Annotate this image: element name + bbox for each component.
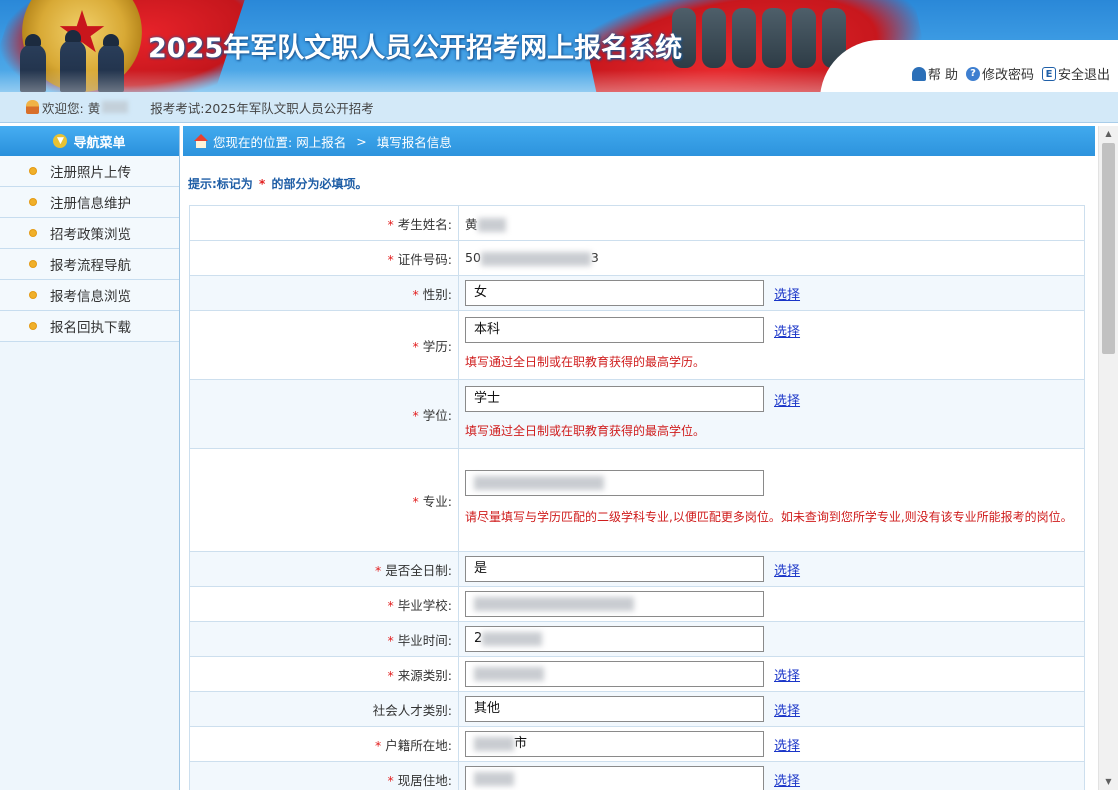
welcome-greeting: 欢迎您:	[42, 100, 84, 116]
household-select-link[interactable]: 选择	[774, 739, 800, 754]
bullet-icon	[30, 292, 36, 298]
home-icon	[193, 134, 209, 148]
residence-field[interactable]	[465, 766, 764, 790]
household-field[interactable]: 市	[465, 731, 764, 757]
bullet-icon	[30, 323, 36, 329]
form-row-fulltime: * 是否全日制: 是选择	[189, 551, 1085, 587]
form-row-grad-time: * 毕业时间: 2	[189, 621, 1085, 657]
source-type-field[interactable]	[465, 661, 764, 687]
form-row-gender: * 性别: 女选择	[189, 275, 1085, 311]
sidebar-item-process[interactable]: 报考流程导航	[0, 249, 179, 280]
degree-note: 填写通过全日制或在职教育获得的最高学位。	[465, 424, 706, 438]
logout-link[interactable]: E 安全退出	[1041, 64, 1110, 83]
form-row-major: * 专业: 请尽量填写与学历匹配的二级学科专业,以便匹配更多岗位。如未查询到您所学…	[189, 448, 1085, 552]
exam-label: 报考考试:	[150, 100, 205, 116]
form-row-degree: * 学位: 学士 选择 填写通过全日制或在职教育获得的最高学位。	[189, 379, 1085, 449]
source-type-select-link[interactable]: 选择	[774, 669, 800, 684]
scroll-up-arrow-icon[interactable]: ▲	[1099, 126, 1118, 142]
bullet-icon	[30, 230, 36, 236]
help-link[interactable]: 帮 助	[911, 64, 958, 83]
scrollbar-thumb[interactable]	[1102, 143, 1115, 354]
person-icon	[26, 100, 39, 114]
sidebar-item-register-info[interactable]: 注册信息维护	[0, 187, 179, 218]
vertical-scrollbar[interactable]: ▲ ▼	[1098, 126, 1118, 790]
talent-type-field[interactable]: 其他	[465, 696, 764, 722]
gender-select-link[interactable]: 选择	[774, 288, 800, 303]
major-field[interactable]	[465, 470, 764, 496]
user-icon	[911, 66, 926, 81]
registration-form: * 考生姓名: 黄 * 证件号码: 50 3 * 性别: 女选择 * 学历: 本科 选择 填…	[189, 205, 1085, 790]
form-row-source-type: * 来源类别: 选择	[189, 656, 1085, 692]
degree-field[interactable]: 学士	[465, 386, 764, 412]
form-row-id: * 证件号码: 50 3	[189, 240, 1085, 276]
education-note: 填写通过全日制或在职教育获得的最高学历。	[465, 355, 706, 369]
required-hint: 提示:标记为 * 的部分为必填项。	[188, 177, 368, 191]
welcome-bar: 欢迎您: 黄 报考考试: 2025年军队文职人员公开招考	[0, 92, 1118, 123]
logout-icon: E	[1041, 66, 1056, 81]
degree-select-link[interactable]: 选择	[774, 394, 800, 409]
fulltime-select-link[interactable]: 选择	[774, 564, 800, 579]
site-title: 2025年军队文职人员公开招考网上报名系统	[148, 33, 683, 64]
talent-type-select-link[interactable]: 选择	[774, 704, 800, 719]
residence-select-link[interactable]: 选择	[774, 774, 800, 789]
welcome-username: 黄	[87, 100, 101, 116]
education-field[interactable]: 本科	[465, 317, 764, 343]
sidebar-item-photo-upload[interactable]: 注册照片上传	[0, 156, 179, 187]
header-toolbar: 帮 助 ? 修改密码 E 安全退出	[911, 64, 1110, 83]
question-icon: ?	[965, 66, 980, 81]
breadcrumb-fill-info: 填写报名信息	[376, 134, 452, 150]
fulltime-field[interactable]: 是	[465, 556, 764, 582]
school-field[interactable]	[465, 591, 764, 617]
exam-name: 2025年军队文职人员公开招考	[204, 100, 374, 116]
grad-time-field[interactable]: 2	[465, 626, 764, 652]
name-value: 黄	[465, 216, 478, 232]
form-row-education: * 学历: 本科 选择 填写通过全日制或在职教育获得的最高学历。	[189, 310, 1085, 380]
form-row-household: * 户籍所在地: 市选择	[189, 726, 1085, 762]
sidebar-header[interactable]: ▼ 导航菜单	[0, 126, 179, 156]
bullet-icon	[30, 199, 36, 205]
bullet-icon	[30, 261, 36, 267]
change-password-link[interactable]: ? 修改密码	[965, 64, 1034, 83]
sidebar-item-policy[interactable]: 招考政策浏览	[0, 218, 179, 249]
form-row-talent-type: 社会人才类别: 其他 选择	[189, 691, 1085, 727]
breadcrumb: 您现在的位置: 网上报名 > 填写报名信息	[183, 126, 1095, 156]
breadcrumb-online-registration[interactable]: 网上报名	[296, 132, 346, 151]
form-row-school: * 毕业学校:	[189, 586, 1085, 622]
scroll-down-arrow-icon[interactable]: ▼	[1099, 774, 1118, 790]
sidebar-item-receipt[interactable]: 报名回执下载	[0, 311, 179, 342]
gender-field[interactable]: 女	[465, 280, 764, 306]
sidebar-item-exam-info[interactable]: 报考信息浏览	[0, 280, 179, 311]
form-row-name: * 考生姓名: 黄	[189, 205, 1085, 241]
education-select-link[interactable]: 选择	[774, 325, 800, 340]
sidebar: ▼ 导航菜单 注册照片上传 注册信息维护 招考政策浏览 报考流程导航 报考信息浏…	[0, 126, 180, 790]
form-row-residence: * 现居住地: 选择	[189, 761, 1085, 790]
main-content: 您现在的位置: 网上报名 > 填写报名信息 提示:标记为 * 的部分为必填项。 …	[183, 126, 1095, 790]
chevron-down-icon: ▼	[53, 134, 68, 148]
bullet-icon	[30, 168, 36, 174]
major-note: 请尽量填写与学历匹配的二级学科专业,以便匹配更多岗位。如未查询到您所学专业,则没…	[465, 510, 1073, 524]
